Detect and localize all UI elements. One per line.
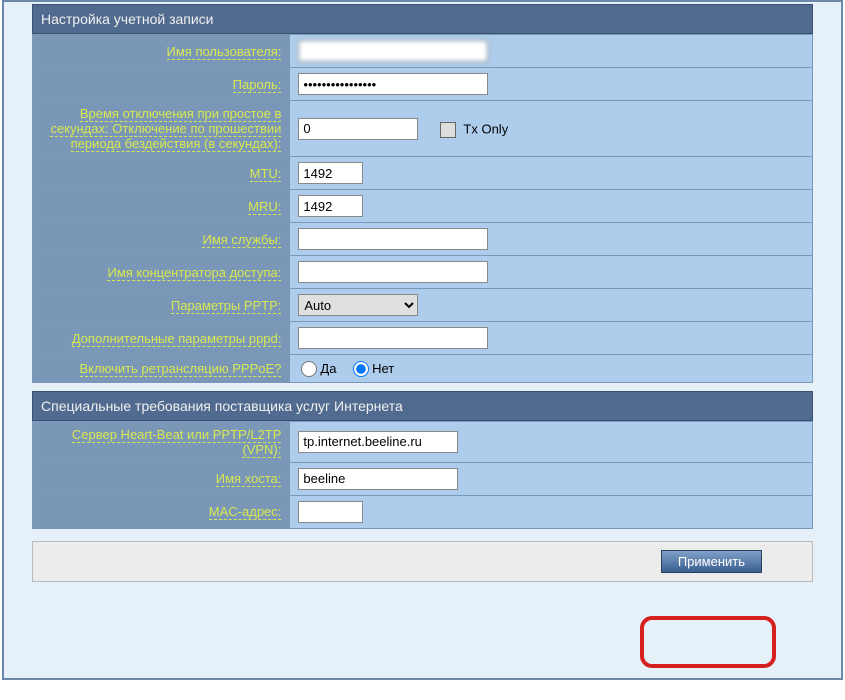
isp-form-table: Сервер Heart-Beat или PPTP/L2TP (VPN): И… [32, 421, 813, 529]
section-isp-header: Специальные требования поставщика услуг … [32, 391, 813, 421]
relay-label: Включить ретрансляцию PPPoE? [80, 361, 282, 377]
pppd-label: Дополнительные параметры pppd: [72, 331, 282, 347]
relay-yes-label: Да [320, 361, 336, 376]
heartbeat-label: Сервер Heart-Beat или PPTP/L2TP (VPN): [72, 427, 282, 458]
service-label: Имя службы: [202, 232, 281, 248]
service-input[interactable] [298, 228, 488, 250]
password-input[interactable] [298, 73, 488, 95]
concentrator-input[interactable] [298, 261, 488, 283]
relay-no-label: Нет [372, 361, 394, 376]
pptp-label: Параметры PPTP: [171, 298, 281, 314]
txonly-label: Tx Only [463, 121, 508, 136]
password-label: Пароль: [233, 77, 282, 93]
pppd-input[interactable] [298, 327, 488, 349]
idle-label: Время отключения при простое в секундах:… [50, 106, 281, 152]
hostname-label: Имя хоста: [216, 471, 282, 487]
mac-label: MAC-адрес: [209, 504, 282, 520]
idle-input[interactable] [298, 118, 418, 140]
pptp-select[interactable]: Auto [298, 294, 418, 316]
username-label: Имя пользователя: [167, 44, 282, 60]
mac-input[interactable] [298, 501, 363, 523]
mru-input[interactable] [298, 195, 363, 217]
account-form-table: Имя пользователя: Пароль: Время отключен… [32, 34, 813, 383]
section-account-header: Настройка учетной записи [32, 4, 813, 34]
mtu-label: MTU: [250, 166, 282, 182]
txonly-checkbox[interactable] [440, 122, 456, 138]
apply-button[interactable]: Применить [661, 550, 762, 573]
relay-yes-radio[interactable] [301, 361, 317, 377]
relay-no-radio[interactable] [353, 361, 369, 377]
mru-label: MRU: [248, 199, 281, 215]
heartbeat-input[interactable] [298, 431, 458, 453]
mtu-input[interactable] [298, 162, 363, 184]
concentrator-label: Имя концентратора доступа: [107, 265, 281, 281]
username-input[interactable] [298, 40, 488, 62]
footer-bar: Применить [32, 541, 813, 582]
hostname-input[interactable] [298, 468, 458, 490]
